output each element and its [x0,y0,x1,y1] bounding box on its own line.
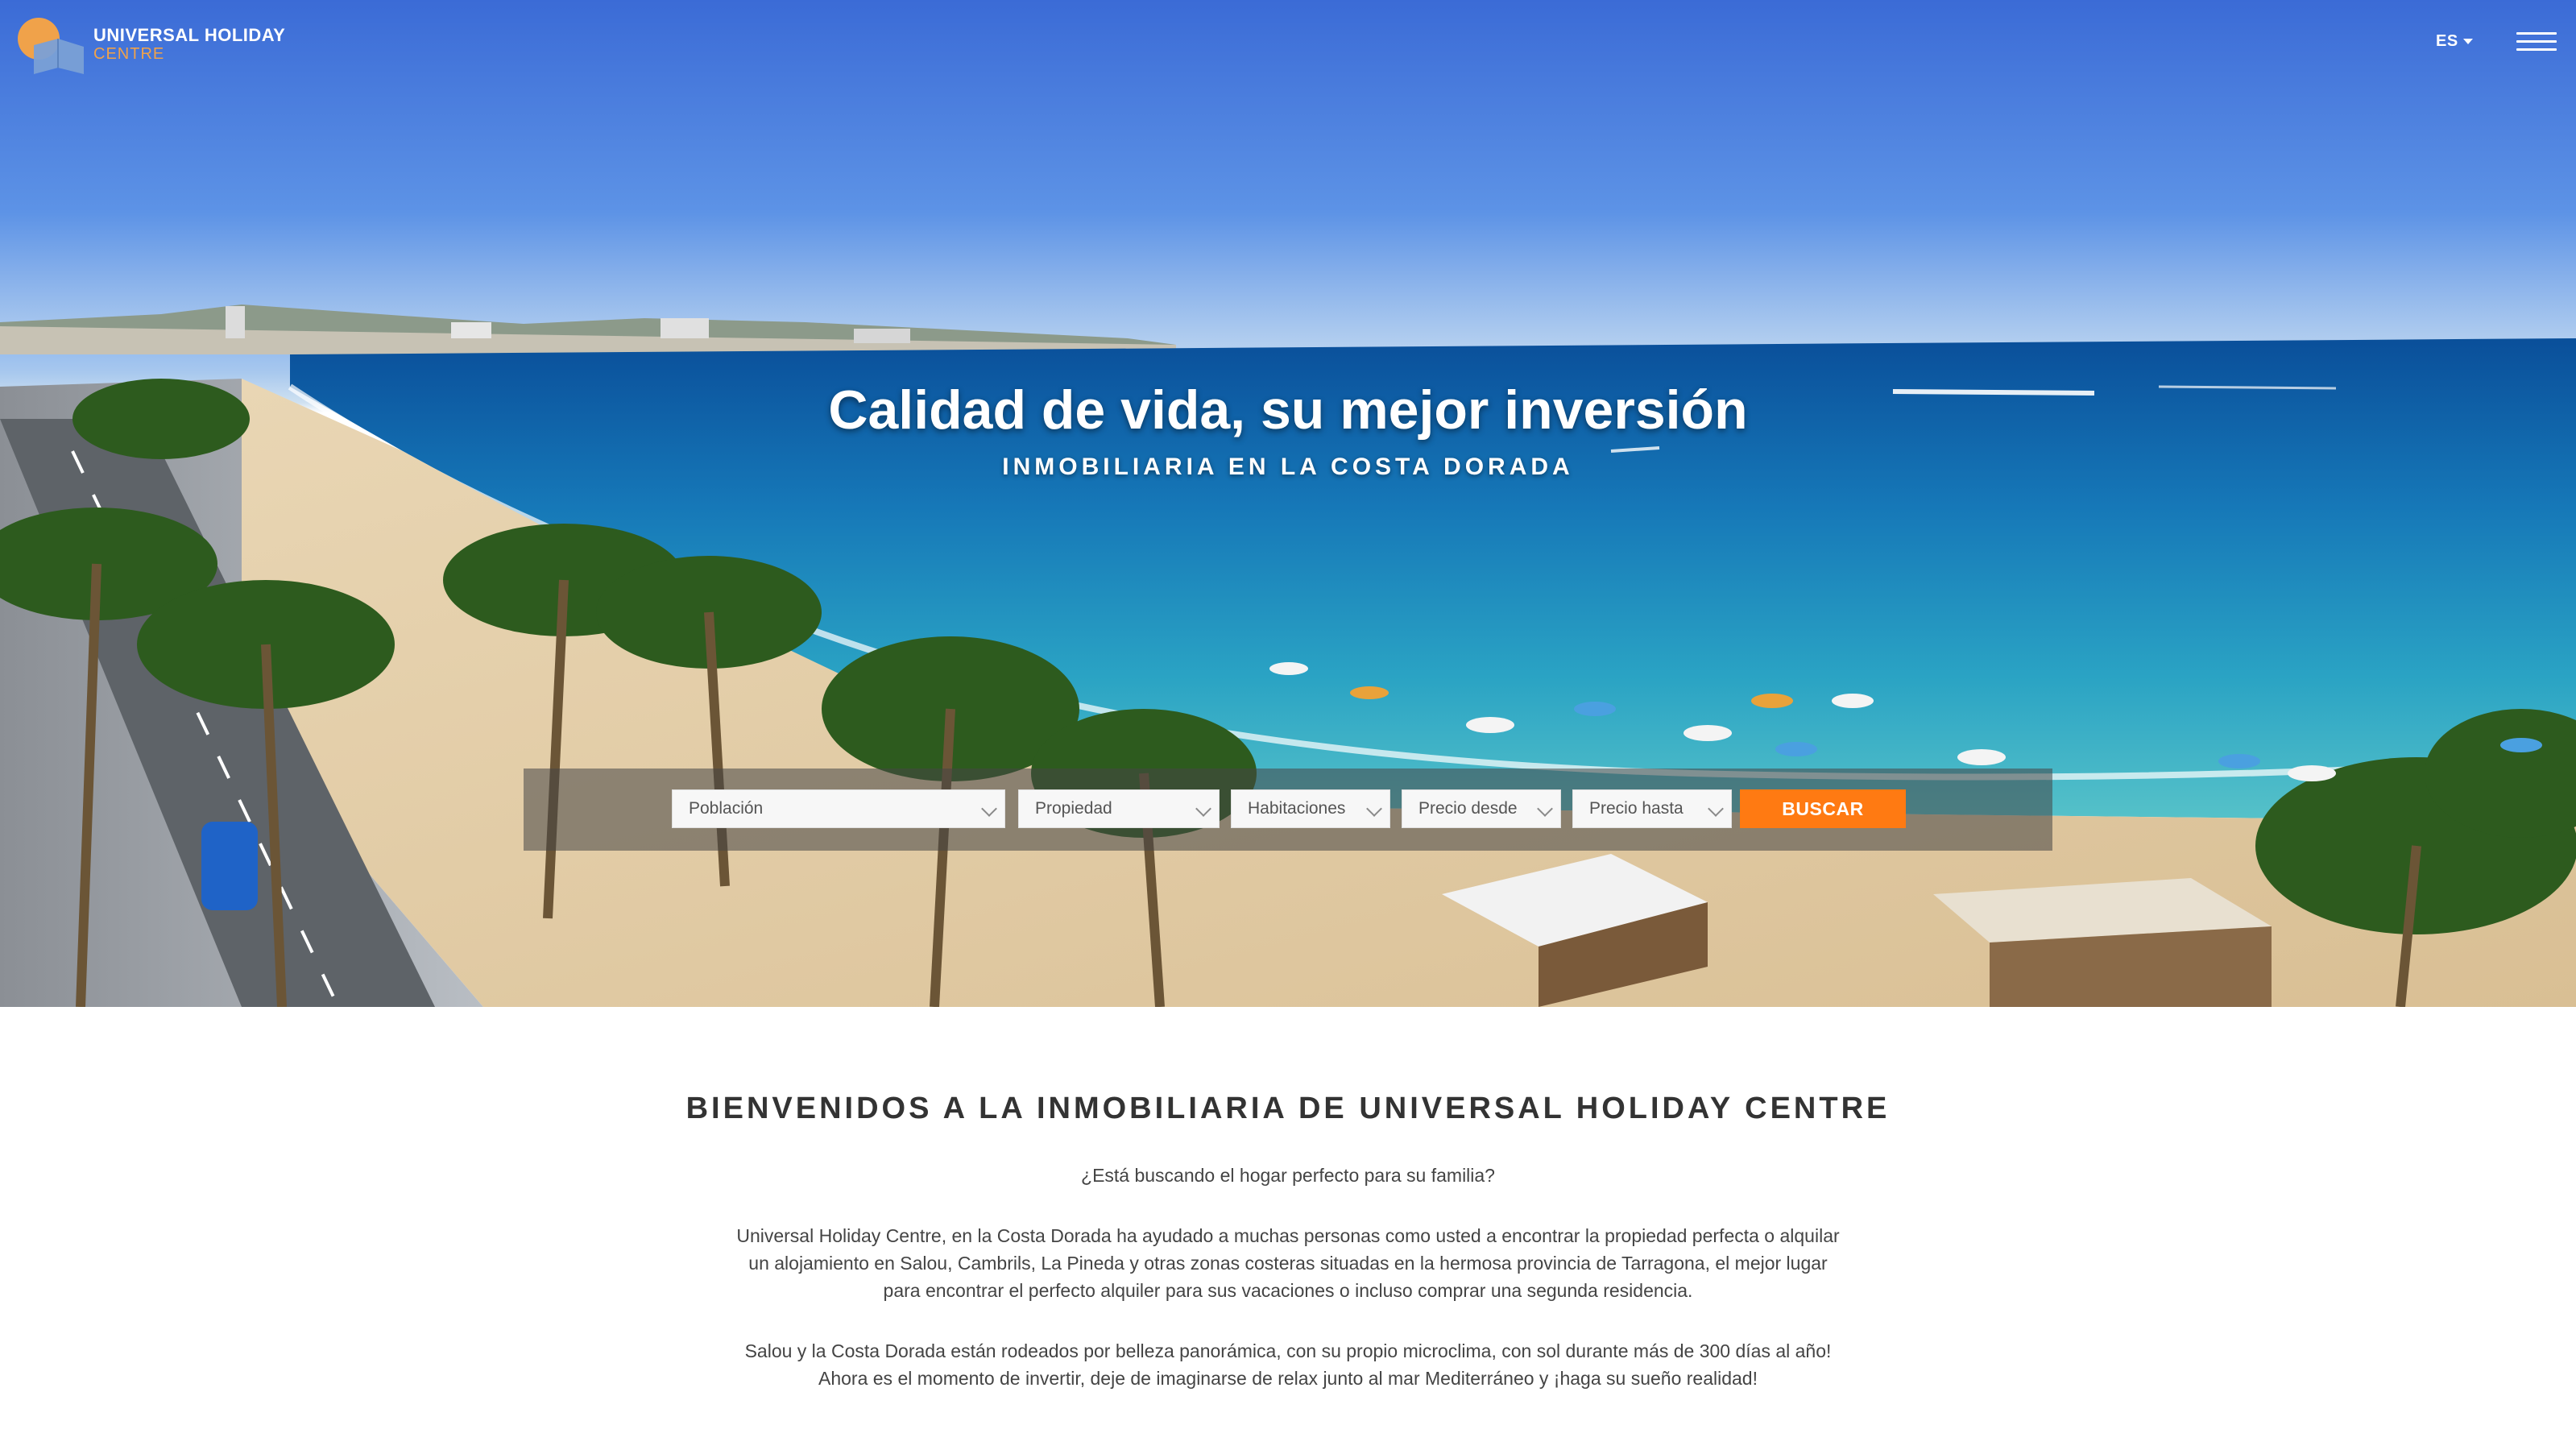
precio-desde-select-label: Precio desde [1418,799,1518,818]
welcome-paragraph-2: Salou y la Costa Dorada están rodeados p… [644,1337,1932,1392]
chevron-down-icon [1708,801,1724,817]
paragraph-line: Ahora es el momento de invertir, deje de… [818,1368,1758,1389]
welcome-paragraph-1: Universal Holiday Centre, en la Costa Do… [644,1222,1932,1304]
menu-toggle-button[interactable] [2516,32,2557,55]
paragraph-line: Salou y la Costa Dorada están rodeados p… [744,1340,1832,1361]
chevron-down-icon [1195,801,1211,817]
propiedad-select[interactable]: Propiedad [1018,789,1220,828]
habitaciones-select-label: Habitaciones [1248,799,1346,818]
habitaciones-select[interactable]: Habitaciones [1231,789,1390,828]
hamburger-icon [2516,32,2557,35]
paragraph-line: un alojamiento en Salou, Cambrils, La Pi… [748,1253,1828,1274]
language-code: ES [2436,32,2458,50]
caret-down-icon [2462,39,2473,44]
paragraph-line: para encontrar el perfecto alquiler para… [883,1280,1693,1301]
hero-subtitle: INMOBILIARIA EN LA COSTA DORADA [1002,454,1574,480]
poblacion-select-label: Población [689,799,764,818]
paragraph-line: Universal Holiday Centre, en la Costa Do… [736,1225,1840,1246]
chevron-down-icon [1537,801,1553,817]
logo-name: UNIVERSAL HOLIDAY [93,25,286,45]
logo-icon [16,14,89,74]
language-selector[interactable]: ES [2436,32,2473,51]
hero-banner: UNIVERSAL HOLIDAY CENTRE ES Calidad de v… [0,0,2576,1007]
site-logo[interactable]: UNIVERSAL HOLIDAY CENTRE [16,14,285,74]
poblacion-select[interactable]: Población [672,789,1005,828]
welcome-title: BIENVENIDOS A LA INMOBILIARIA DE UNIVERS… [685,1092,1891,1125]
welcome-question: ¿Está buscando el hogar perfecto para su… [1081,1165,1495,1186]
precio-hasta-select[interactable]: Precio hasta [1572,789,1732,828]
propiedad-select-label: Propiedad [1035,799,1112,818]
precio-hasta-select-label: Precio hasta [1589,799,1684,818]
search-button[interactable]: BUSCAR [1740,789,1906,828]
beach-background-image [0,0,2576,1007]
hero-title: Calidad de vida, su mejor inversión [828,379,1748,441]
chevron-down-icon [981,801,997,817]
welcome-section: BIENVENIDOS A LA INMOBILIARIA DE UNIVERS… [0,1007,2576,1450]
chevron-down-icon [1366,801,1382,817]
property-search-bar: Población Propiedad Habitaciones Precio … [524,768,2052,851]
logo-subname: CENTRE [93,45,165,63]
precio-desde-select[interactable]: Precio desde [1402,789,1561,828]
